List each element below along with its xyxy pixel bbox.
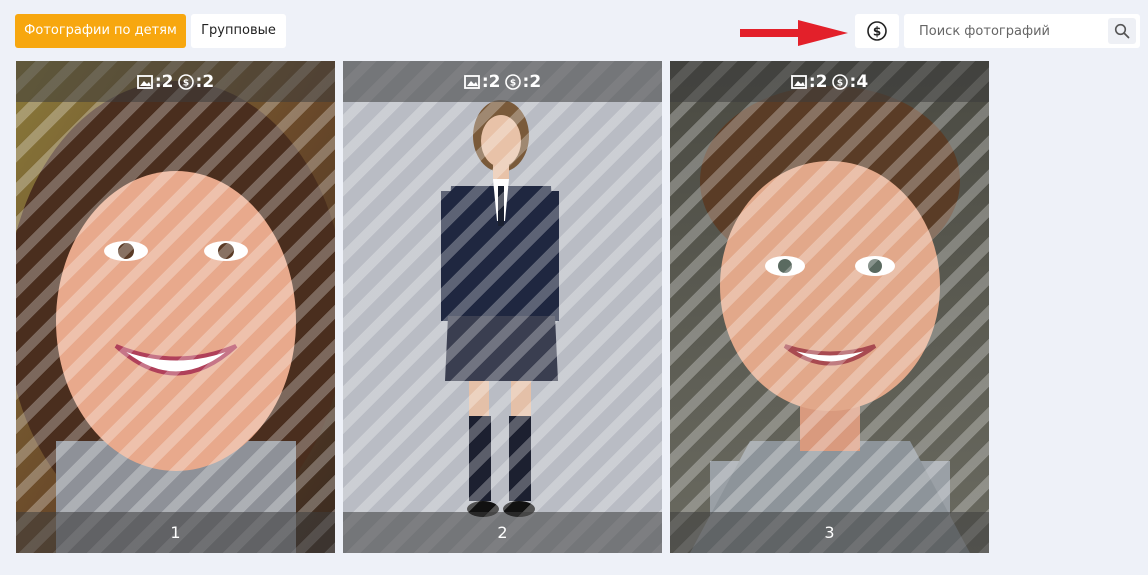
card-stats: :2 $ :2: [343, 61, 662, 102]
dollar-circle-icon: $: [177, 73, 194, 90]
tab-children-photos[interactable]: Фотографии по детям: [15, 14, 186, 48]
dollar-circle-icon: $: [504, 73, 521, 90]
photo-card[interactable]: :2 $ :2 2: [343, 61, 662, 553]
tab-group-photos[interactable]: Групповые: [191, 14, 286, 48]
photo-number: 1: [16, 512, 335, 553]
image-icon: [790, 74, 807, 89]
watermark-stripes: [670, 61, 989, 553]
svg-text:$: $: [182, 78, 188, 88]
price-count: :2: [195, 71, 215, 92]
card-stats: :2 $ :2: [16, 61, 335, 102]
search-icon: [1114, 23, 1130, 39]
photo-number: 2: [343, 512, 662, 553]
photos-count: :2: [154, 71, 174, 92]
toolbar: Фотографии по детям Групповые $: [0, 0, 1148, 62]
photo-card[interactable]: :2 $ :2 1: [16, 61, 335, 553]
search-button[interactable]: [1108, 18, 1136, 44]
svg-text:$: $: [509, 78, 515, 88]
photos-count: :2: [481, 71, 501, 92]
photos-count: :2: [808, 71, 828, 92]
watermark-stripes: [343, 61, 662, 553]
photo-card[interactable]: :2 $ :4 3: [670, 61, 989, 553]
watermark-stripes: [16, 61, 335, 553]
price-filter-button[interactable]: $: [855, 14, 899, 48]
search-box: [904, 14, 1140, 48]
red-arrow-icon: [740, 20, 848, 46]
photo-number: 3: [670, 512, 989, 553]
card-stats: :2 $ :4: [670, 61, 989, 102]
svg-text:$: $: [836, 78, 842, 88]
search-input[interactable]: [904, 14, 1104, 48]
price-count: :2: [522, 71, 542, 92]
image-icon: [136, 74, 153, 89]
dollar-circle-icon: $: [831, 73, 848, 90]
price-count: :4: [849, 71, 869, 92]
svg-text:$: $: [873, 25, 881, 39]
dollar-circle-icon: $: [867, 21, 887, 41]
image-icon: [463, 74, 480, 89]
